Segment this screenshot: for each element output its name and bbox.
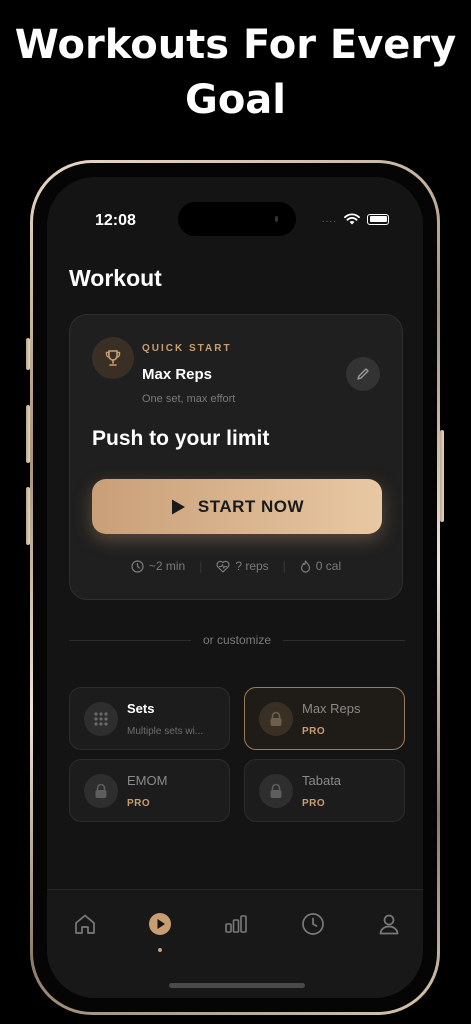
mode-tile-subtitle: Multiple sets wi...	[127, 726, 204, 737]
phone-action-button	[26, 338, 30, 370]
reps-value: ? reps	[235, 559, 269, 573]
tab-home[interactable]	[65, 904, 105, 944]
promo-headline: Workouts For Every Goal	[14, 22, 457, 123]
wifi-icon	[344, 213, 360, 225]
reps-stat: ? reps	[216, 559, 269, 573]
home-indicator[interactable]	[169, 983, 305, 988]
lock-icon	[259, 702, 293, 736]
camera-dot	[275, 216, 278, 222]
stat-separator: |	[282, 559, 286, 573]
phone-volume-up-button	[26, 405, 30, 463]
quick-start-tagline: Push to your limit	[92, 427, 270, 450]
mode-tile-emom[interactable]: EMOM PRO	[69, 759, 230, 822]
stat-separator: |	[199, 559, 203, 573]
heart-pulse-icon	[216, 560, 230, 573]
quick-start-card: QUICK START Max Reps One set, max effort…	[69, 314, 403, 600]
customize-divider: or customize	[69, 633, 405, 647]
profile-icon	[379, 914, 399, 935]
signal-dots-icon: ....	[321, 213, 337, 225]
pro-badge: PRO	[302, 726, 326, 737]
mode-tile-sets[interactable]: Sets Multiple sets wi...	[69, 687, 230, 750]
edit-quick-start-button[interactable]	[346, 357, 380, 391]
tab-stats[interactable]	[216, 904, 256, 944]
start-now-label: START NOW	[197, 496, 305, 516]
tab-workout[interactable]	[140, 904, 180, 952]
mode-tile-tabata[interactable]: Tabata PRO	[244, 759, 405, 822]
pencil-icon	[357, 368, 369, 380]
active-tab-indicator	[158, 948, 162, 952]
customize-divider-text: or customize	[202, 633, 272, 647]
tab-history[interactable]	[293, 904, 333, 944]
lock-icon	[259, 774, 293, 808]
dynamic-island	[178, 202, 296, 236]
divider-line	[283, 639, 405, 641]
clock-icon	[131, 559, 144, 573]
flame-icon	[300, 559, 310, 573]
mode-tile-name: Max Reps	[302, 701, 361, 716]
page-title: Workout	[69, 265, 162, 291]
divider-line	[69, 639, 191, 641]
pro-badge: PRO	[302, 798, 326, 809]
mode-tile-name: EMOM	[127, 773, 168, 788]
tab-profile[interactable]	[369, 904, 409, 944]
duration-stat: ~2 min	[131, 559, 185, 573]
quick-start-stats: ~2 min | ? reps | 0 cal	[70, 559, 402, 573]
pro-badge: PRO	[127, 798, 151, 809]
calories-stat: 0 cal	[300, 559, 341, 573]
quick-start-label: QUICK START	[142, 343, 232, 354]
status-icons: ....	[322, 213, 389, 225]
clock-icon	[302, 913, 324, 935]
trophy-icon	[92, 337, 134, 379]
phone-volume-down-button	[26, 487, 30, 545]
phone-bezel: 12:08 .... Workout QUICK START Max Reps …	[33, 163, 437, 1012]
phone-frame: 12:08 .... Workout QUICK START Max Reps …	[26, 160, 444, 1015]
grid-icon	[84, 702, 118, 736]
status-time: 12:08	[95, 212, 136, 229]
mode-tile-name: Tabata	[302, 773, 342, 788]
play-icon	[149, 913, 171, 935]
battery-icon	[367, 213, 389, 225]
quick-start-description: One set, max effort	[142, 393, 236, 405]
quick-start-workout-name: Max Reps	[142, 366, 213, 383]
play-icon	[171, 499, 185, 514]
bottom-tab-bar	[47, 889, 423, 998]
mode-tile-max-reps[interactable]: Max Reps PRO	[244, 687, 405, 750]
lock-icon	[84, 774, 118, 808]
home-icon	[75, 914, 95, 934]
stats-icon	[225, 915, 247, 933]
mode-tile-name: Sets	[127, 701, 155, 716]
phone-power-button	[440, 430, 444, 522]
calories-value: 0 cal	[315, 559, 342, 573]
app-screen: 12:08 .... Workout QUICK START Max Reps …	[47, 177, 423, 998]
duration-value: ~2 min	[148, 559, 186, 573]
start-now-button[interactable]: START NOW	[92, 479, 382, 534]
